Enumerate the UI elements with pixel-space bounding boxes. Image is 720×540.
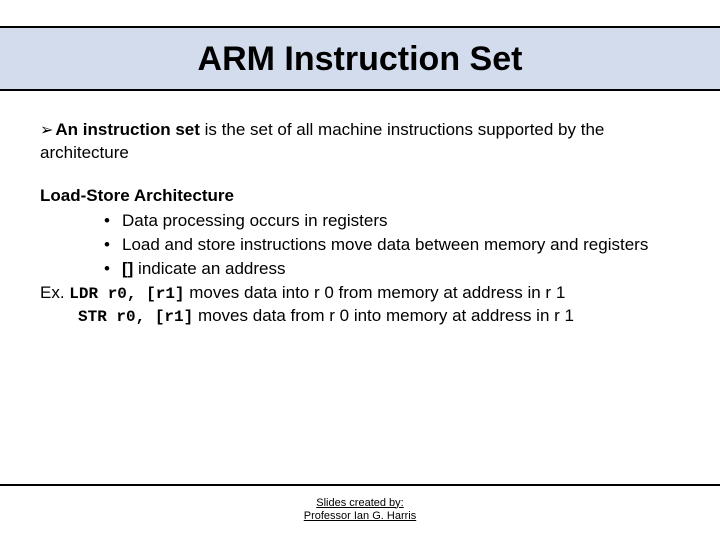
- list-item: [] indicate an address: [104, 258, 680, 281]
- footer: Slides created by: Professor Ian G. Harr…: [0, 497, 720, 525]
- brackets-bold: []: [122, 259, 133, 278]
- top-spacer: [0, 0, 720, 28]
- footer-line-1: Slides created by:: [0, 497, 720, 511]
- example-prefix: Ex.: [40, 283, 69, 302]
- example-line-2: STR r0, [r1] moves data from r 0 into me…: [40, 305, 680, 329]
- bullet-arrow-icon: ➢: [40, 122, 53, 139]
- section-heading: Load-Store Architecture: [40, 185, 680, 208]
- bullet-list: Data processing occurs in registers Load…: [40, 210, 680, 281]
- example-line-1: Ex. LDR r0, [r1] moves data into r 0 fro…: [40, 282, 680, 306]
- title-bar: ARM Instruction Set: [0, 28, 720, 91]
- code-ldr: LDR r0, [r1]: [69, 285, 184, 303]
- example-block: Ex. LDR r0, [r1] moves data into r 0 fro…: [40, 282, 680, 329]
- intro-bold: An instruction set: [55, 120, 200, 139]
- bullet3-rest: indicate an address: [133, 259, 285, 278]
- slide-title: ARM Instruction Set: [0, 40, 720, 79]
- footer-rule: [0, 484, 720, 486]
- list-item: Data processing occurs in registers: [104, 210, 680, 233]
- code-str: STR r0, [r1]: [78, 308, 193, 326]
- example2-after: moves data from r 0 into memory at addre…: [193, 306, 574, 325]
- intro-paragraph: ➢An instruction set is the set of all ma…: [40, 119, 680, 165]
- example1-after: moves data into r 0 from memory at addre…: [185, 283, 566, 302]
- slide-content: ➢An instruction set is the set of all ma…: [0, 91, 720, 329]
- footer-line-2: Professor Ian G. Harris: [0, 510, 720, 524]
- list-item: Load and store instructions move data be…: [104, 234, 680, 257]
